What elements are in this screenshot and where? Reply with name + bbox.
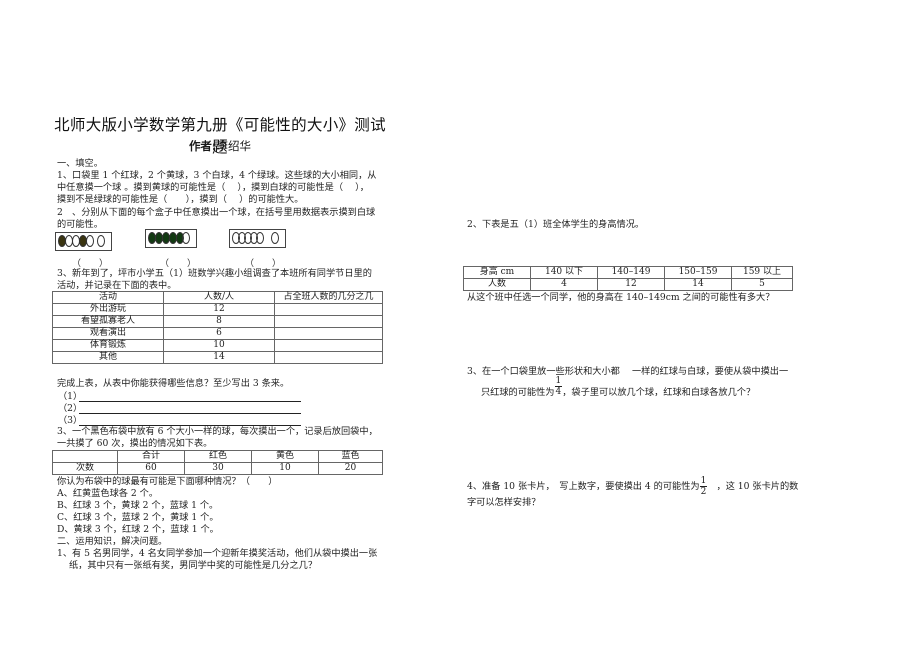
cell: 人数 <box>463 278 531 291</box>
q3-followup: 完成上表，从表中你能获得哪些信息？至少写出 3 条来。 <box>57 378 290 389</box>
table-row: 次数 60 30 10 20 <box>52 462 383 475</box>
answer-line-1[interactable] <box>79 401 301 402</box>
r-q3-text-post: ，袋子里可以放几个球，红球和白球各放几个？ <box>562 387 756 398</box>
q1-line-1: 1、口袋里 1 个红球，2 个黄球，3 个白球，4 个绿球。这些球的大小相同，从 <box>57 170 377 181</box>
r-q3-line-2: 只红球的可能性为 1 4 ，袋子里可以放几个球，红球和白球各放几个？ <box>481 376 756 404</box>
q1-line-3: 摸到不是绿球的可能性是（ ），摸到（ ）的可能性大。 <box>57 194 304 205</box>
header-cell: 蓝色 <box>318 450 383 463</box>
section2-heading: 二、运用知识，解决问题。 <box>57 536 168 547</box>
q1-line-2: 中任意摸一个球 。摸到黄球的可能性是（ ），摸到白球的可能性是（ ）， <box>57 182 369 193</box>
author-line: 作者:李绍华 <box>50 138 390 154</box>
cell: 10 <box>163 339 275 352</box>
header-cell: 占全班人数的几分之几 <box>274 291 383 304</box>
option-d: D、黄球 3 个，红球 2 个，蓝球 1 个。 <box>57 524 219 535</box>
header-cell: 140 以下 <box>530 266 598 279</box>
white-ball-icon <box>182 232 190 244</box>
header-cell: 159 以上 <box>731 266 793 279</box>
fraction-numerator: 1 <box>554 376 563 387</box>
table-row: 其他 14 <box>52 351 383 364</box>
option-c: C、红球 3 个，蓝球 2 个，黄球 1 个。 <box>57 512 219 523</box>
activity-table: 活动 人数/人 占全班人数的几分之几 外出游玩 12 看望孤寡老人 8 观看演出… <box>52 291 383 364</box>
q2-line-2: 的可能性。 <box>57 219 103 230</box>
cell: 外出游玩 <box>52 303 164 316</box>
s2q1-line-1: 1、有 5 名男同学，4 名女同学参加一个迎新年摸奖活动，他们从袋中摸出一张 <box>57 548 378 559</box>
cell: 8 <box>163 315 275 328</box>
cell: 次数 <box>52 462 118 475</box>
r-q3-text-pre: 只红球的可能性为 <box>481 387 555 398</box>
header-cell: 人数/人 <box>163 291 275 304</box>
answer-cell[interactable] <box>274 339 383 352</box>
answer-cell[interactable] <box>274 351 383 364</box>
answer-cell[interactable] <box>274 315 383 328</box>
header-cell: 红色 <box>184 450 252 463</box>
white-ball-icon <box>256 232 264 244</box>
answer-line-2[interactable] <box>79 413 301 414</box>
cell: 看望孤寡老人 <box>52 315 164 328</box>
white-ball-icon <box>86 235 94 247</box>
cell: 14 <box>163 351 275 364</box>
white-ball-icon <box>97 235 105 247</box>
table-header-row: 身高 cm 140 以下 140–149 150–159 159 以上 <box>463 266 793 279</box>
header-cell: 黄色 <box>251 450 319 463</box>
header-cell: 活动 <box>52 291 164 304</box>
answer-cell[interactable] <box>274 327 383 340</box>
cell: 12 <box>163 303 275 316</box>
header-cell: 身高 cm <box>463 266 531 279</box>
table-row: 观看演出 6 <box>52 327 383 340</box>
ball-box-2 <box>145 229 197 248</box>
header-cell: 140–149 <box>597 266 665 279</box>
author-label: 作者: <box>188 139 217 153</box>
r-q3-line-1: 3、在一个口袋里放一些形状和大小都 一样的红球与白球，要使从袋中摸出一 <box>467 366 789 377</box>
table-row: 看望孤寡老人 8 <box>52 315 383 328</box>
ball-box-1 <box>55 232 112 251</box>
cell: 其他 <box>52 351 164 364</box>
r-q2-intro: 2、下表是五（1）班全体学生的身高情况。 <box>467 219 645 230</box>
cell: 20 <box>318 462 383 475</box>
fraction-denominator: 4 <box>555 387 562 397</box>
r-q4-line-2: 字可以怎样安排？ <box>467 497 541 508</box>
s2q1-line-2: 纸，其中只有一张纸有奖，男同学中奖的可能性是几分之几？ <box>69 560 318 571</box>
q3b-line-1: 3、一个黑色布袋中放有 6 个大小一样的球，每次摸出一个，记录后放回袋中， <box>57 426 378 437</box>
table-row: 外出游玩 12 <box>52 303 383 316</box>
cell: 12 <box>597 278 665 291</box>
r-q4-line-1: 4、准备 10 张卡片， 写上数字，要使摸出 4 的可能性为 1 2 ，这 10 张… <box>467 476 798 498</box>
table-header-row: 合计 红色 黄色 蓝色 <box>52 450 383 463</box>
r-q2-question: 从这个班中任选一个同学，他的身高在 140–149cm 之间的可能性有多大？ <box>467 292 775 303</box>
height-table: 身高 cm 140 以下 140–149 150–159 159 以上 人数 4… <box>463 266 793 291</box>
table-header-row: 活动 人数/人 占全班人数的几分之几 <box>52 291 383 304</box>
cell: 60 <box>117 462 185 475</box>
color-draw-table: 合计 红色 黄色 蓝色 次数 60 30 10 20 <box>52 450 383 475</box>
table-row: 体育锻炼 10 <box>52 339 383 352</box>
r-q4-text-post: ，这 10 张卡片的数 <box>707 481 799 492</box>
section1-heading: 一、填空。 <box>57 158 103 169</box>
cell: 10 <box>251 462 319 475</box>
fraction-one-quarter: 14 <box>554 376 563 397</box>
option-a: A、红黄蓝色球各 2 个。 <box>57 488 159 499</box>
cell: 体育锻炼 <box>52 339 164 352</box>
cell: 4 <box>530 278 598 291</box>
cell: 14 <box>664 278 732 291</box>
q3b-line-2: 一共摸了 60 次，摸出的情况如下表。 <box>57 438 213 449</box>
header-cell <box>52 450 118 463</box>
header-cell: 150–159 <box>664 266 732 279</box>
cell: 5 <box>731 278 793 291</box>
author-name: 李绍华 <box>216 139 252 153</box>
q3-line-1: 3、新年到了，坪市小学五（1）班数学兴趣小组调查了本班所有同学节日里的 <box>57 268 372 279</box>
header-cell: 合计 <box>117 450 185 463</box>
cell: 30 <box>184 462 252 475</box>
cell: 观看演出 <box>52 327 164 340</box>
r-q4-text-pre: 4、准备 10 张卡片， 写上数字，要使摸出 4 的可能性为 <box>467 481 700 492</box>
q2-line-1: 2 、分别从下面的每个盒子中任意摸出一个球，在括号里用数据表示摸到白球 <box>57 207 376 218</box>
cell: 6 <box>163 327 275 340</box>
option-b: B、红球 3 个，黄球 2 个，蓝球 1 个。 <box>57 500 219 511</box>
ball-box-3 <box>229 229 286 248</box>
q3b-question: 你认为布袋中的球最有可能是下面哪种情况？（ ） <box>57 476 278 487</box>
table-row: 人数 4 12 14 5 <box>463 278 793 291</box>
white-ball-icon <box>271 232 279 244</box>
answer-cell[interactable] <box>274 303 383 316</box>
